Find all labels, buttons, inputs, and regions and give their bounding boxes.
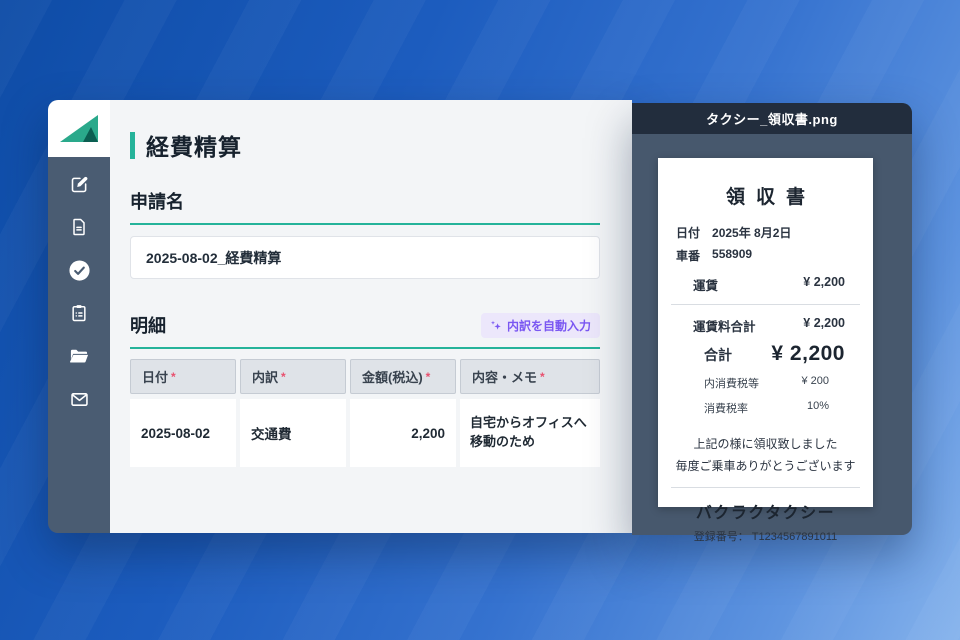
document-icon[interactable] — [67, 215, 91, 239]
application-name-input[interactable]: 2025-08-02_経費精算 — [130, 236, 600, 279]
column-header-date: 日付* — [130, 359, 236, 394]
receipt-title: 領収書 — [658, 182, 873, 209]
expense-app-window: 経費精算 申請名 2025-08-02_経費精算 明細 内訳を自動入力 日付* — [48, 100, 632, 533]
table-header-row: 日付* 内訳* 金額(税込)* 内容・メモ* — [130, 359, 600, 394]
details-header: 明細 内訳を自動入力 — [130, 312, 600, 338]
column-header-amount: 金額(税込)* — [350, 359, 456, 394]
cell-date[interactable]: 2025-08-02 — [130, 399, 236, 467]
receipt-tax-rate-row: 消費税率 10% — [704, 400, 829, 416]
receipt-date-label: 日付 — [676, 224, 700, 241]
page-title: 経費精算 — [146, 128, 242, 162]
autofill-button-label: 内訳を自動入力 — [507, 317, 591, 334]
cell-amount[interactable]: 2,200 — [350, 399, 456, 467]
sidebar — [48, 100, 110, 533]
cell-memo[interactable]: 自宅からオフィスへ移動のため — [460, 399, 600, 467]
application-name-divider — [130, 223, 600, 225]
receipt-date-value: 2025年 8月2日 — [712, 224, 791, 241]
receipt-car-label: 車番 — [676, 247, 700, 264]
required-marker: * — [171, 370, 176, 384]
column-header-memo: 内容・メモ* — [460, 359, 600, 394]
required-marker: * — [540, 370, 545, 384]
receipt-subtotal-row: 運賃料合計 ¥ 2,200 — [693, 316, 845, 335]
mail-icon[interactable] — [67, 387, 91, 411]
sidebar-nav — [48, 157, 110, 411]
receipt-tax-row: 内消費税等 ¥ 200 — [704, 375, 829, 391]
details-table: 日付* 内訳* 金額(税込)* 内容・メモ* 2025-08-02 交通費 2,… — [130, 359, 600, 467]
autofill-breakdown-button[interactable]: 内訳を自動入力 — [481, 313, 600, 338]
required-marker: * — [281, 370, 286, 384]
receipt-registration-number: 登録番号： T1234567891011 — [658, 528, 873, 544]
details-divider — [130, 347, 600, 349]
check-circle-icon[interactable] — [67, 258, 91, 282]
title-accent-bar — [130, 132, 135, 159]
receipt-divider-bottom — [671, 487, 860, 488]
logo-triangle-icon — [59, 112, 99, 145]
app-logo[interactable] — [48, 100, 110, 157]
main-content: 経費精算 申請名 2025-08-02_経費精算 明細 内訳を自動入力 日付* — [110, 100, 632, 533]
required-marker: * — [426, 370, 431, 384]
clipboard-icon[interactable] — [67, 301, 91, 325]
folder-open-icon[interactable] — [67, 344, 91, 368]
receipt-message: 上記の様に領収致しました 毎度ご乗車ありがとうございます — [658, 433, 873, 477]
preview-filename: タクシー_領収書.png — [632, 103, 912, 134]
receipt-image: 領収書 日付 2025年 8月2日 車番 558909 運賃 ¥ 2,200 運… — [658, 158, 873, 507]
details-label: 明細 — [130, 312, 166, 338]
receipt-preview-panel: タクシー_領収書.png 領収書 日付 2025年 8月2日 車番 558909… — [632, 103, 912, 535]
page-title-row: 経費精算 — [130, 128, 600, 162]
receipt-car-value: 558909 — [712, 247, 752, 264]
cell-category[interactable]: 交通費 — [240, 399, 346, 467]
application-name-label: 申請名 — [130, 188, 600, 214]
table-row: 2025-08-02 交通費 2,200 自宅からオフィスへ移動のため — [130, 399, 600, 467]
compose-icon[interactable] — [67, 172, 91, 196]
column-header-category: 内訳* — [240, 359, 346, 394]
receipt-meta: 日付 2025年 8月2日 車番 558909 — [676, 224, 855, 264]
sparkle-icon — [490, 320, 502, 332]
receipt-divider — [671, 304, 860, 305]
receipt-total-row: 合計 ¥ 2,200 — [704, 342, 845, 366]
receipt-company: バクラクタクシー — [658, 499, 873, 523]
receipt-fare-row: 運賃 ¥ 2,200 — [693, 275, 845, 294]
